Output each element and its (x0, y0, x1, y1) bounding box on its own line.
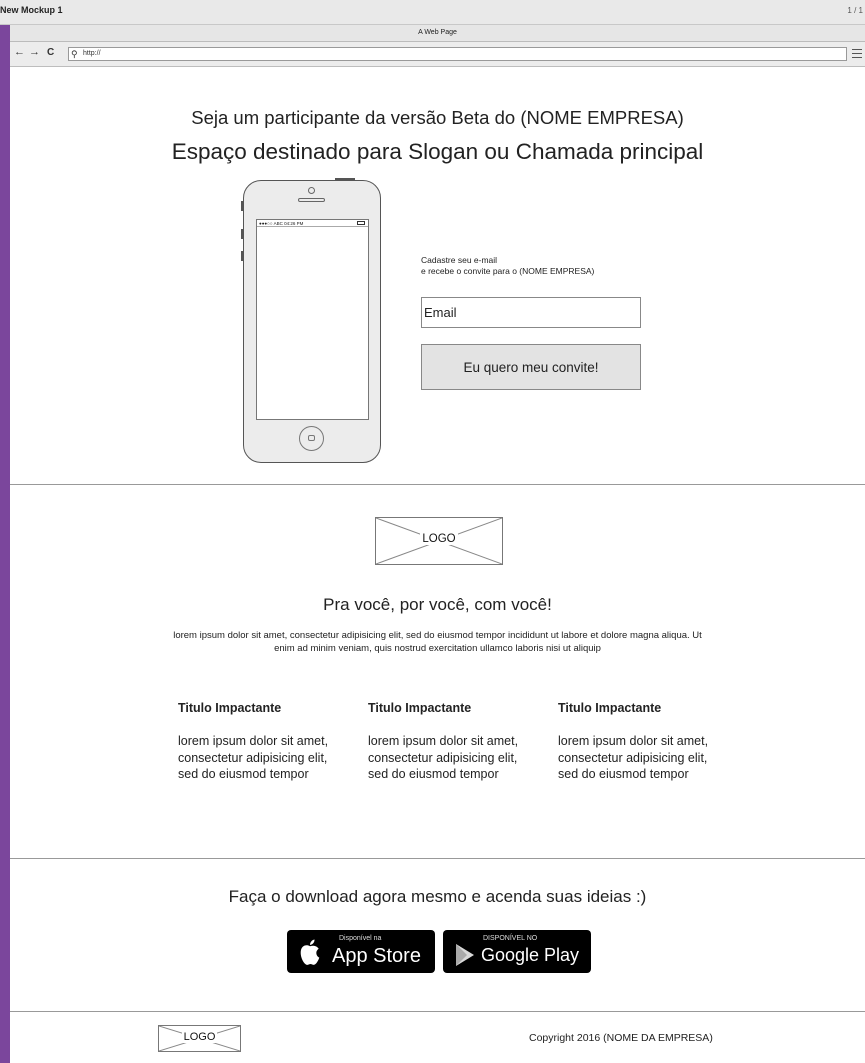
beta-headline: Seja um participante da versão Beta do (… (191, 107, 684, 128)
forward-arrow-icon[interactable]: → (29, 46, 40, 58)
copyright-text: Copyright 2016 (NOME DA EMPRESA) (529, 1032, 713, 1044)
phone-volume-down (241, 251, 243, 261)
app-store-big-text: App Store (332, 945, 421, 967)
feature-column: Titulo Impactante lorem ipsum dolor sit … (368, 701, 528, 783)
reload-icon[interactable]: C (47, 47, 54, 58)
signup-line-2: e recebe o convite para o (NOME EMPRESA) (421, 266, 595, 276)
email-field[interactable] (421, 297, 641, 328)
phone-volume-up (241, 229, 243, 239)
battery-icon (357, 221, 365, 225)
feature-body: lorem ipsum dolor sit amet, consectetur … (178, 734, 329, 781)
feature-title: Titulo Impactante (558, 701, 662, 715)
hamburger-menu-icon[interactable] (852, 49, 862, 58)
apple-icon (300, 939, 320, 965)
section-title: Pra você, por você, com você! (323, 595, 552, 614)
footer-logo-label: LOGO (181, 1031, 218, 1043)
feature-title: Titulo Impactante (368, 701, 472, 715)
signup-instructions: Cadastre seu e-mail e recebe o convite p… (421, 255, 594, 277)
mockup-titlebar: New Mockup 1 1 / 1 (0, 0, 865, 25)
request-invite-button[interactable]: Eu quero meu convite! (421, 344, 641, 390)
logo-placeholder: LOGO (375, 517, 503, 565)
phone-mute-switch (241, 201, 243, 211)
app-store-small-text: Disponível na (339, 935, 382, 942)
feature-title: Titulo Impactante (178, 701, 282, 715)
browser-navbar: ← → C ⚲ http:// (10, 42, 865, 67)
footer-divider (10, 1011, 865, 1012)
phone-home-button (299, 426, 324, 451)
section-divider (10, 484, 865, 485)
signup-line-1: Cadastre seu e-mail (421, 255, 498, 265)
mockup-title: New Mockup 1 (0, 5, 63, 15)
google-play-big-text: Google Play (481, 945, 580, 965)
app-store-badge[interactable]: Disponível na App Store (287, 930, 435, 973)
back-arrow-icon[interactable]: ← (14, 46, 25, 58)
download-title: Faça o download agora mesmo e acenda sua… (228, 887, 647, 906)
phone-camera-icon (308, 187, 315, 194)
slogan-headline: Espaço destinado para Slogan ou Chamada … (171, 139, 704, 164)
feature-body: lorem ipsum dolor sit amet, consectetur … (368, 734, 519, 781)
google-play-small-text: DISPONÍVEL NO (483, 935, 538, 942)
play-icon (456, 944, 474, 966)
mockup-pager: 1 / 1 (847, 6, 863, 15)
phone-mockup: ●●●○○ ABC 04:26 PM (241, 178, 381, 463)
phone-power-button (335, 178, 355, 180)
search-icon: ⚲ (71, 49, 78, 59)
google-play-badge[interactable]: DISPONÍVEL NO Google Play (443, 930, 591, 973)
phone-screen: ●●●○○ ABC 04:26 PM (256, 219, 369, 420)
address-bar-url: http:// (83, 50, 101, 57)
phone-speaker (298, 198, 325, 202)
section-description: lorem ipsum dolor sit amet, consectetur … (173, 630, 702, 654)
logo-label: LOGO (420, 533, 458, 545)
address-bar[interactable]: ⚲ http:// (68, 47, 847, 61)
section-divider (10, 858, 865, 859)
browser-tab-title: A Web Page (10, 25, 865, 42)
footer-logo-placeholder: LOGO (158, 1025, 241, 1052)
browser-window: A Web Page ← → C ⚲ http:// Seja um parti… (10, 25, 865, 1063)
feature-column: Titulo Impactante lorem ipsum dolor sit … (558, 701, 718, 783)
feature-body: lorem ipsum dolor sit amet, consectetur … (558, 734, 709, 781)
feature-column: Titulo Impactante lorem ipsum dolor sit … (178, 701, 338, 783)
phone-status-text: ●●●○○ ABC 04:26 PM (259, 221, 304, 226)
phone-status-bar: ●●●○○ ABC 04:26 PM (257, 220, 368, 227)
